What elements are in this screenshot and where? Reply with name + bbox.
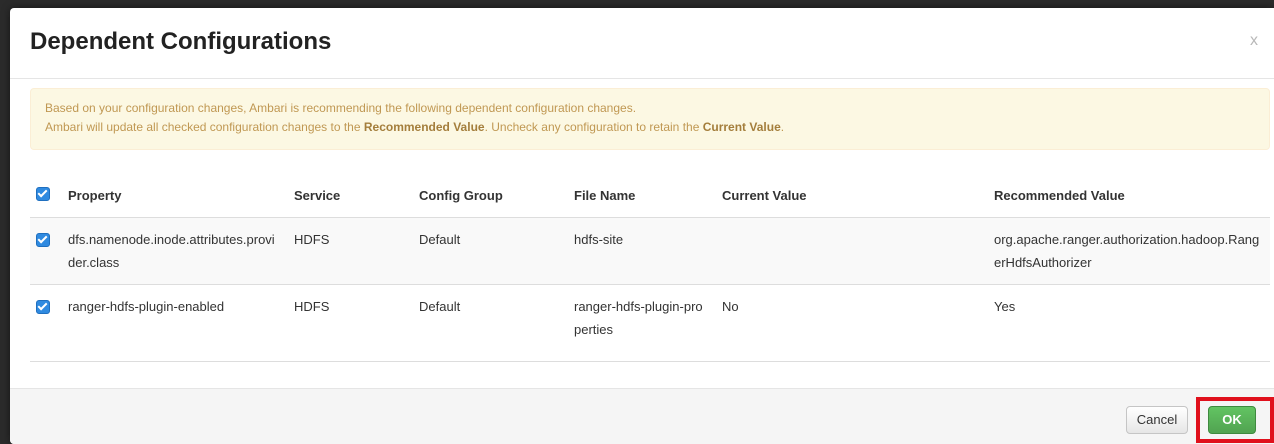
header-file-name: File Name (566, 173, 714, 218)
cell-current-value (714, 217, 986, 285)
cell-recommended-value: org.apache.ranger.authorization.hadoop.R… (986, 217, 1270, 285)
cell-property: dfs.namenode.inode.attributes.provider.c… (60, 217, 286, 285)
ok-button[interactable]: OK (1208, 406, 1256, 434)
cell-property: ranger-hdfs-plugin-enabled (60, 284, 286, 362)
select-all-checkbox[interactable] (36, 186, 50, 201)
alert-line-2-middle: . Uncheck any configuration to retain th… (484, 120, 703, 134)
alert-line-1: Based on your configuration changes, Amb… (45, 101, 637, 115)
alert-line-2-end: . (780, 120, 785, 134)
cell-service: HDFS (286, 217, 411, 285)
header-property: Property (60, 173, 286, 218)
header-recommended-value: Recommended Value (986, 173, 1270, 218)
close-icon[interactable]: x (1250, 32, 1258, 50)
dependent-configurations-dialog: Dependent Configurations x Based on your… (10, 8, 1274, 444)
configurations-table: Property Service Config Group File Name … (30, 173, 1270, 362)
table-row: ranger-hdfs-plugin-enabled HDFS Default … (30, 284, 1270, 362)
cell-recommended-value: Yes (986, 284, 1270, 362)
cancel-button[interactable]: Cancel (1126, 406, 1188, 434)
info-alert: Based on your configuration changes, Amb… (30, 88, 1270, 150)
dialog-header: Dependent Configurations x (10, 8, 1274, 79)
cell-service: HDFS (286, 284, 411, 362)
cell-file-name: hdfs-site (566, 217, 714, 285)
header-current-value: Current Value (714, 173, 986, 218)
table-header-row: Property Service Config Group File Name … (30, 173, 1270, 218)
alert-current-value: Current Value (702, 120, 781, 134)
dialog-footer: Cancel OK (10, 388, 1274, 444)
cell-file-name: ranger-hdfs-plugin-properties (566, 284, 714, 362)
cell-config-group: Default (411, 284, 566, 362)
cell-config-group: Default (411, 217, 566, 285)
alert-line-2-start: Ambari will update all checked configura… (45, 120, 364, 134)
alert-recommended-value: Recommended Value (363, 120, 485, 134)
header-config-group: Config Group (411, 173, 566, 218)
alert-line-2: Ambari will update all checked configura… (45, 118, 1255, 137)
cell-current-value: No (714, 284, 986, 362)
header-service: Service (286, 173, 411, 218)
dialog-title: Dependent Configurations (30, 28, 332, 55)
row-checkbox[interactable] (36, 300, 50, 314)
row-checkbox[interactable] (36, 233, 50, 247)
table-row: dfs.namenode.inode.attributes.provider.c… (30, 217, 1270, 285)
